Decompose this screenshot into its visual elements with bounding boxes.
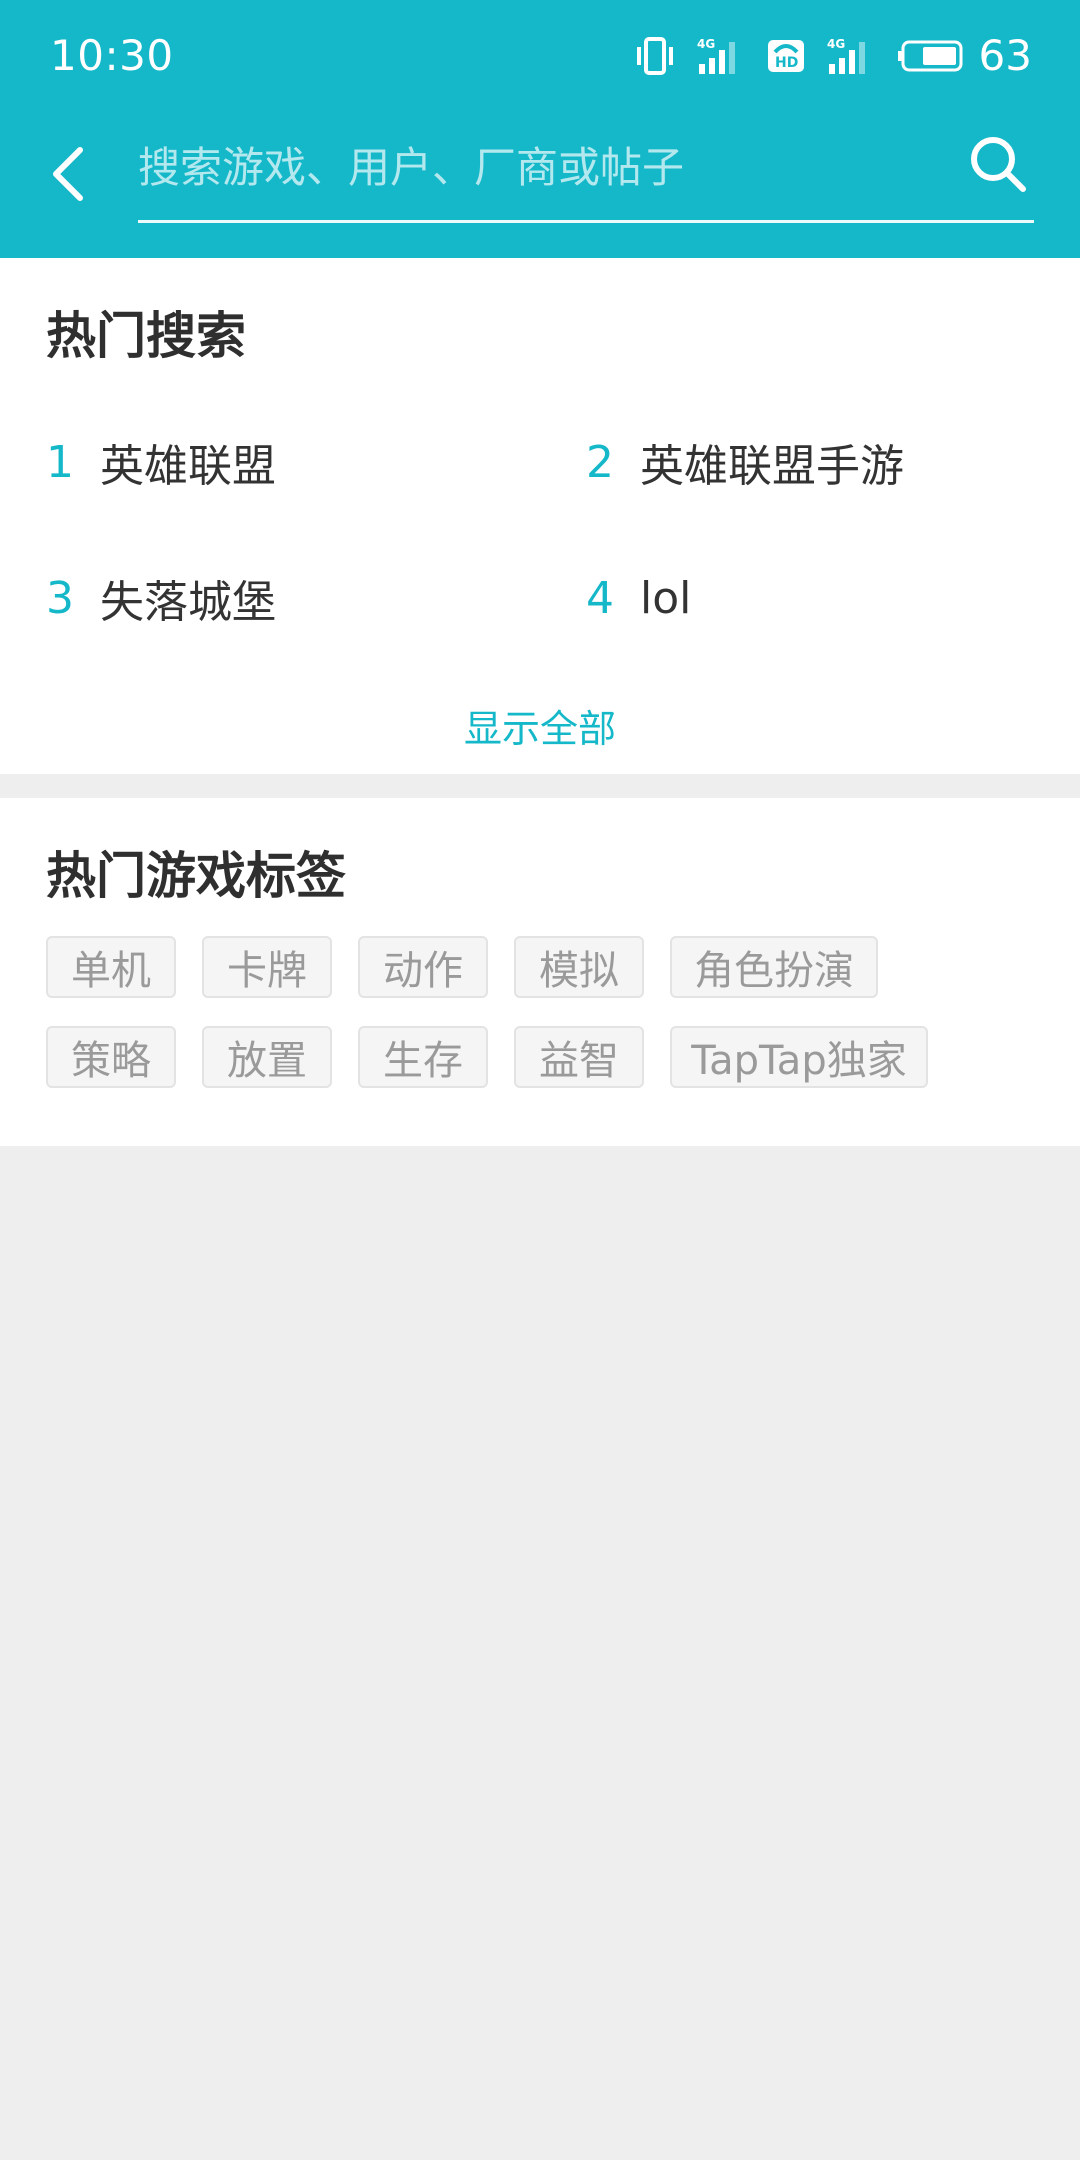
hd-call-icon: HD [767, 36, 805, 76]
search-input[interactable] [138, 134, 958, 200]
tag-chip[interactable]: 角色扮演 [670, 936, 878, 998]
hot-search-item[interactable]: 2 英雄联盟手游 [586, 422, 904, 502]
show-all-link[interactable]: 显示全部 [0, 698, 1080, 753]
search-field [138, 112, 1034, 223]
net-label: 4G [697, 37, 715, 51]
tag-chip[interactable]: 卡牌 [202, 936, 332, 998]
hot-search-rank: 2 [586, 436, 614, 488]
hot-search-rank: 3 [46, 572, 74, 624]
hot-search-rank: 4 [586, 572, 614, 624]
hot-search-term: 英雄联盟手游 [640, 441, 904, 492]
search-toolbar [0, 112, 1080, 258]
tag-chip[interactable]: 动作 [358, 936, 488, 998]
hot-search-item[interactable]: 1 英雄联盟 [46, 422, 276, 502]
search-icon [971, 137, 1026, 192]
tag-chip[interactable]: 策略 [46, 1026, 176, 1088]
search-button[interactable] [966, 132, 1030, 196]
hot-search-rank: 1 [46, 436, 74, 488]
hot-search-term: lol [640, 572, 692, 624]
back-button[interactable] [40, 138, 96, 210]
hot-search-heading: 热门搜索 [46, 307, 246, 365]
app-header: 10:30 4G HD 4G 63 搜索游戏、用户、厂商或帖子 [0, 0, 1080, 258]
hot-search-item[interactable]: 4 lol [586, 558, 691, 638]
battery-percent: 63 [978, 31, 1032, 80]
hot-search-item[interactable]: 3 失落城堡 [46, 558, 276, 638]
battery-icon [897, 36, 965, 76]
status-icons: 4G HD 4G 63 [613, 30, 1032, 82]
tag-chip[interactable]: 模拟 [514, 936, 644, 998]
hot-search-card: 热门搜索 1 英雄联盟 2 英雄联盟手游 3 失落城堡 4 lol 显示全部 [0, 258, 1080, 774]
signal-4g-icon: 4G [827, 36, 875, 76]
status-time: 10:30 [50, 31, 174, 80]
hot-search-term: 失落城堡 [100, 577, 276, 628]
net-label: 4G [827, 37, 845, 51]
tag-chip[interactable]: 益智 [514, 1026, 644, 1088]
hot-tags-card: 热门游戏标签 单机 卡牌 动作 模拟 角色扮演 策略 放置 生存 益智 TapT… [0, 798, 1080, 1146]
hot-search-term: 英雄联盟 [100, 441, 276, 492]
hd-label: HD [775, 55, 798, 71]
signal-4g-icon: 4G [697, 36, 745, 76]
vibrate-icon [635, 36, 675, 76]
back-arrow-icon [53, 147, 83, 201]
tag-chip[interactable]: 生存 [358, 1026, 488, 1088]
hot-tags-title: 热门游戏标签 [46, 847, 346, 905]
tag-chip[interactable]: TapTap独家 [670, 1026, 928, 1088]
tag-chip[interactable]: 放置 [202, 1026, 332, 1088]
tag-chip[interactable]: 单机 [46, 936, 176, 998]
status-bar: 10:30 4G HD 4G 63 [0, 0, 1080, 112]
